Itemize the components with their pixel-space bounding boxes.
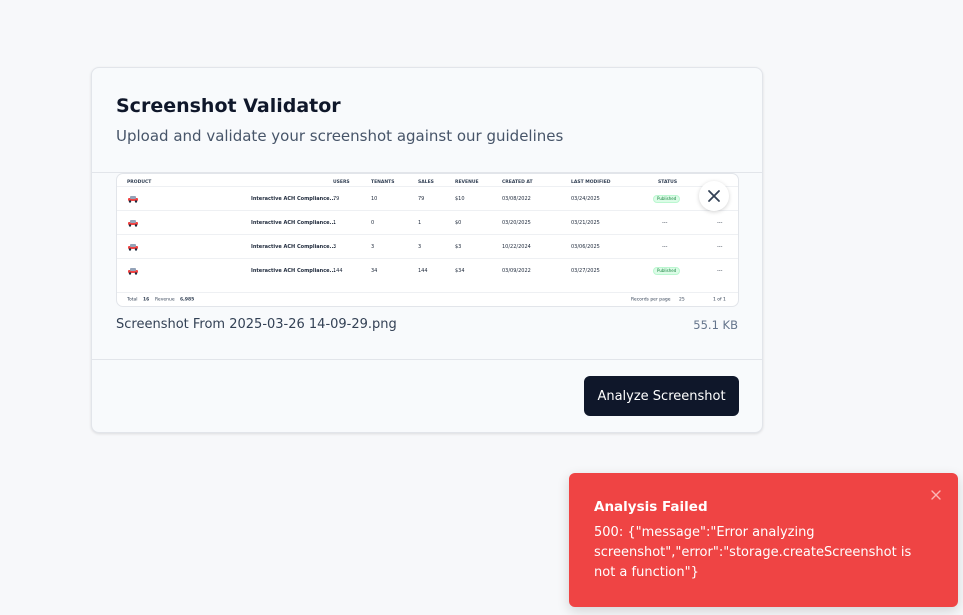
cell-tenants: 3 <box>371 243 375 250</box>
status-badge: Published <box>653 194 681 203</box>
table-row: Interactive ACH Compliance... 79 10 79 $… <box>117 186 738 210</box>
cell-product: Interactive ACH Compliance... <box>251 267 336 274</box>
cell-revenue: $3 <box>455 243 462 250</box>
toast-close-button[interactable] <box>929 487 943 501</box>
cell-tenants: 10 <box>371 195 378 202</box>
table-row: Interactive ACH Compliance... 144 34 144… <box>117 258 738 282</box>
error-toast: Analysis Failed 500: {"message":"Error a… <box>569 473 958 607</box>
cell-product: Interactive ACH Compliance... <box>251 243 336 250</box>
screenshot-preview: PRODUCT USERS TENANTS SALES REVENUE CREA… <box>116 173 739 307</box>
col-revenue: REVENUE <box>455 180 479 185</box>
revenue-value: 6,985 <box>180 297 195 302</box>
cell-product: Interactive ACH Compliance... <box>251 219 336 226</box>
cell-last-modified: 03/21/2025 <box>571 219 600 226</box>
cell-more: --- <box>717 243 723 250</box>
card-header: Screenshot Validator Upload and validate… <box>92 68 762 173</box>
status-badge: Published <box>653 266 681 275</box>
cell-product: Interactive ACH Compliance... <box>251 195 336 202</box>
cell-last-modified: 03/24/2025 <box>571 195 600 202</box>
table-row: Interactive ACH Compliance... 3 3 3 $3 1… <box>117 234 738 258</box>
cell-users: 79 <box>333 195 340 202</box>
revenue-label: Revenue <box>155 297 175 302</box>
car-icon <box>128 243 138 251</box>
cell-tenants: 0 <box>371 219 375 226</box>
cell-created-at: 03/20/2025 <box>502 219 531 226</box>
cell-revenue: $0 <box>455 219 462 226</box>
cell-tenants: 34 <box>371 267 378 274</box>
cell-status: --- <box>662 243 668 250</box>
col-last-modified: LAST MODIFIED <box>571 180 611 185</box>
page-subtitle: Upload and validate your screenshot agai… <box>116 127 564 145</box>
col-sales: SALES <box>418 180 434 185</box>
col-status: STATUS <box>658 180 678 185</box>
file-size: 55.1 KB <box>693 318 738 332</box>
cell-status: --- <box>662 219 668 226</box>
toast-message: 500: {"message":"Error analyzing screens… <box>594 525 912 580</box>
cell-created-at: 03/08/2022 <box>502 195 531 202</box>
table-row: Interactive ACH Compliance... 1 0 1 $0 0… <box>117 210 738 234</box>
close-icon <box>708 190 720 202</box>
records-label: Records per page <box>631 297 671 302</box>
cell-created-at: 10/22/2024 <box>502 243 531 250</box>
car-icon <box>128 195 138 203</box>
preview-table-footer: Total 16 Revenue 6,985 Records per page … <box>117 292 738 306</box>
car-icon <box>128 267 138 275</box>
col-users: USERS <box>333 180 350 185</box>
cell-revenue: $34 <box>455 267 465 274</box>
cell-users: 3 <box>333 243 337 250</box>
cell-users: 1 <box>333 219 337 226</box>
cell-sales: 144 <box>418 267 428 274</box>
cell-last-modified: 03/27/2025 <box>571 267 600 274</box>
page-info: 1 of 1 <box>713 297 726 302</box>
cell-sales: 1 <box>418 219 422 226</box>
col-tenants: TENANTS <box>371 180 395 185</box>
page-title: Screenshot Validator <box>116 95 341 117</box>
remove-screenshot-button[interactable] <box>699 181 729 211</box>
cell-more: --- <box>717 219 723 226</box>
cell-more: --- <box>717 267 723 274</box>
col-product: PRODUCT <box>127 180 152 185</box>
analyze-button[interactable]: Analyze Screenshot <box>584 376 739 416</box>
cell-sales: 79 <box>418 195 425 202</box>
cell-revenue: $10 <box>455 195 465 202</box>
col-created-at: CREATED AT <box>502 180 533 185</box>
cell-created-at: 03/09/2022 <box>502 267 531 274</box>
total-label: Total <box>127 297 138 302</box>
file-name: Screenshot From 2025-03-26 14-09-29.png <box>116 317 397 332</box>
close-icon <box>931 490 941 500</box>
records-value: 25 <box>679 297 685 302</box>
validator-card: Screenshot Validator Upload and validate… <box>91 67 763 433</box>
toast-title: Analysis Failed <box>594 499 708 515</box>
cell-users: 144 <box>333 267 343 274</box>
cell-last-modified: 03/06/2025 <box>571 243 600 250</box>
card-divider <box>92 359 762 360</box>
car-icon <box>128 219 138 227</box>
cell-sales: 3 <box>418 243 422 250</box>
total-value: 16 <box>143 297 150 302</box>
